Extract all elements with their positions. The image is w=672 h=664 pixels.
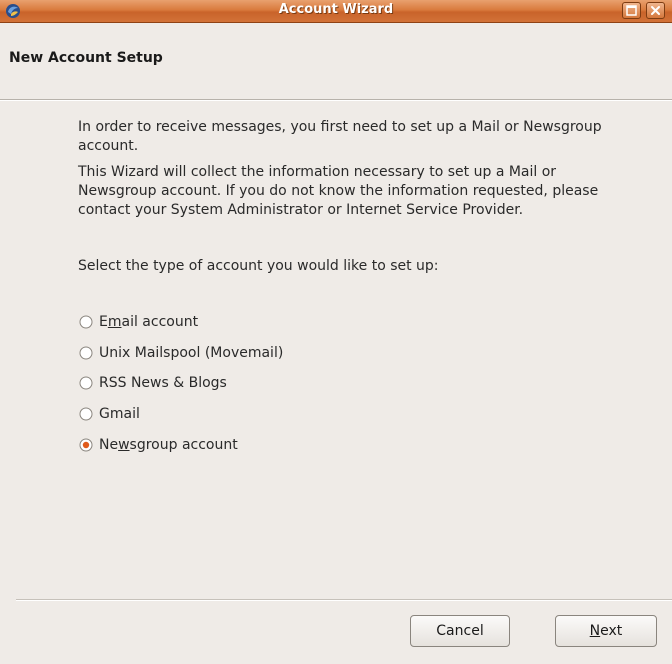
close-button[interactable]: [646, 2, 665, 19]
radio-unchecked-icon[interactable]: [79, 407, 93, 421]
close-icon: [651, 6, 660, 15]
account-wizard-window: Account Wizard New Account Setup In orde…: [0, 0, 672, 664]
radio-unchecked-icon[interactable]: [79, 315, 93, 329]
radio-unchecked-icon[interactable]: [79, 346, 93, 360]
maximize-button[interactable]: [622, 2, 641, 19]
radio-checked-icon[interactable]: [79, 438, 93, 452]
radio-email-account[interactable]: Email account: [79, 312, 379, 332]
select-prompt: Select the type of account you would lik…: [78, 258, 439, 274]
radio-label: Email account: [99, 314, 199, 330]
header-divider: [0, 99, 672, 101]
page-title: New Account Setup: [9, 50, 163, 66]
radio-label: RSS News & Blogs: [99, 375, 227, 391]
next-button[interactable]: Next: [555, 615, 657, 647]
radio-rss-news-blogs[interactable]: RSS News & Blogs: [79, 373, 379, 393]
radio-unchecked-icon[interactable]: [79, 376, 93, 390]
radio-gmail[interactable]: Gmail: [79, 404, 379, 424]
radio-unix-mailspool[interactable]: Unix Mailspool (Movemail): [79, 343, 379, 363]
radio-label: Newsgroup account: [99, 437, 238, 453]
description-text: This Wizard will collect the information…: [78, 164, 599, 218]
title-bar[interactable]: Account Wizard: [0, 0, 672, 23]
intro-text: In order to receive messages, you first …: [78, 119, 602, 154]
thunderbird-icon: [5, 3, 21, 19]
wizard-header: New Account Setup: [0, 23, 672, 99]
footer-divider: [16, 599, 672, 601]
window-title: Account Wizard: [278, 2, 394, 17]
maximize-icon: [626, 5, 637, 16]
radio-label: Gmail: [99, 406, 140, 422]
radio-label: Unix Mailspool (Movemail): [99, 345, 284, 361]
cancel-button[interactable]: Cancel: [410, 615, 510, 647]
radio-newsgroup-account[interactable]: Newsgroup account: [79, 435, 379, 455]
